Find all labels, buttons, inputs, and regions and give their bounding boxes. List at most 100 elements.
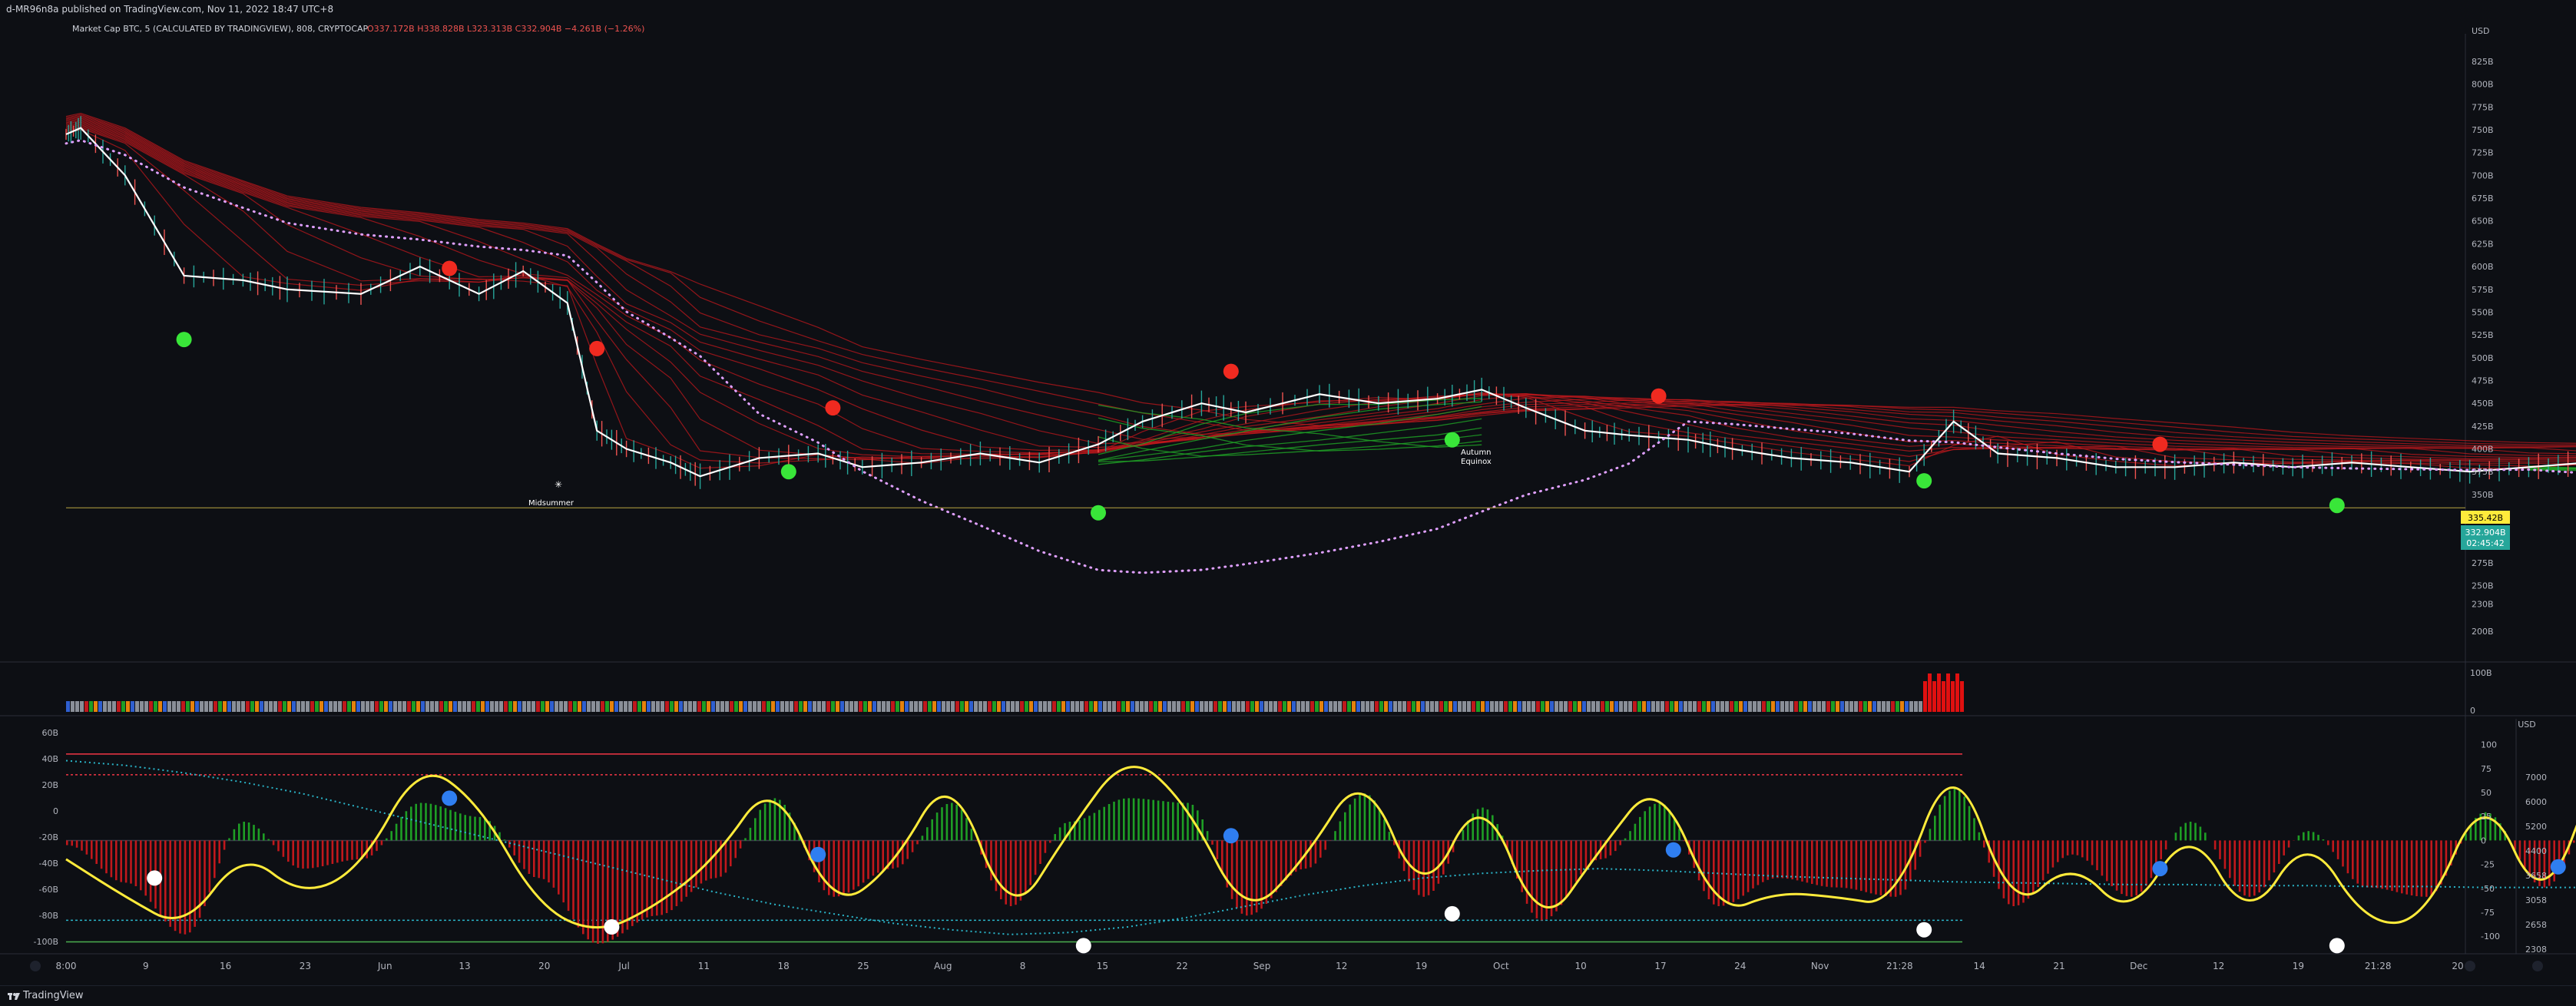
price-tick: 700B — [2472, 170, 2494, 180]
osc-right-tick: 2658 — [2525, 920, 2547, 930]
volume-bar — [877, 701, 881, 712]
volume-bar — [932, 701, 936, 712]
volume-bar — [338, 701, 342, 712]
volume-bar — [771, 701, 775, 712]
volume-bar — [310, 701, 314, 712]
volume-bar — [790, 701, 793, 712]
hist-bar — [1846, 840, 1848, 888]
volume-bar — [988, 701, 992, 712]
volume-bar — [375, 701, 379, 712]
volume-bar — [550, 701, 554, 712]
hist-bar — [1678, 829, 1680, 840]
hist-bar — [1733, 840, 1735, 902]
volume-bar — [762, 701, 766, 712]
time-label: 18 — [778, 961, 790, 971]
hist-bar — [263, 833, 265, 840]
volume-bar — [1794, 701, 1798, 712]
timezone-button[interactable] — [30, 961, 41, 971]
volume-bar — [214, 701, 217, 712]
volume-bar — [1582, 701, 1586, 712]
volume-bar — [1287, 701, 1291, 712]
settings-button[interactable] — [2532, 961, 2543, 971]
volume-bar — [158, 701, 162, 712]
hist-bar — [2180, 827, 2182, 841]
hist-bar — [2003, 840, 2005, 898]
volume-bar — [578, 701, 581, 712]
volume-bar — [181, 701, 185, 712]
volume-bar — [1651, 701, 1655, 712]
volume-bar — [1601, 701, 1604, 712]
time-label: 24 — [1734, 961, 1746, 971]
hist-bar — [2362, 840, 2364, 886]
hist-bar — [214, 840, 216, 878]
time-label: 21:28 — [2365, 961, 2392, 971]
hist-bar — [1619, 840, 1621, 845]
volume-bar — [117, 701, 121, 712]
hist-bar — [548, 840, 550, 882]
hist-bar — [144, 840, 147, 895]
hist-bar — [995, 840, 998, 891]
volume-bar — [997, 701, 1001, 712]
volume-bar — [389, 701, 392, 712]
trend-dot-green — [1091, 505, 1106, 521]
volume-bar — [1790, 701, 1793, 712]
volume-bar — [1766, 701, 1770, 712]
volume-bar — [154, 701, 157, 712]
volume-bar — [1564, 701, 1568, 712]
volume-bar — [1347, 701, 1351, 712]
hist-bar — [1250, 840, 1253, 915]
volume-bar — [1407, 701, 1411, 712]
goto-button[interactable] — [2465, 961, 2475, 971]
volume-bar — [273, 701, 277, 712]
time-label: 11 — [698, 961, 710, 971]
chart-canvas[interactable]: Market Cap BTC, 5 (CALCULATED BY TRADING… — [0, 18, 2576, 984]
volume-bar — [1550, 701, 1554, 712]
osc-marker-white — [604, 919, 619, 935]
hist-bar — [1983, 840, 1985, 847]
time-axis[interactable]: 8:0091623Jun1320Jul111825Aug81522Sep1219… — [56, 961, 2464, 971]
volume-bar — [315, 701, 319, 712]
hist-bar — [1747, 840, 1750, 892]
hist-bar — [922, 836, 924, 840]
volume-bar — [241, 701, 245, 712]
hist-bar — [1826, 840, 1828, 886]
volume-bar — [1891, 701, 1895, 712]
price-pane[interactable] — [0, 18, 2576, 660]
volume-bar — [1859, 701, 1862, 712]
osc-marker-white — [1445, 906, 1460, 922]
hist-bar — [484, 818, 486, 840]
volume-bar — [555, 701, 558, 712]
volume-bar — [656, 701, 660, 712]
volume-bar — [453, 701, 457, 712]
volume-bar — [1545, 701, 1549, 712]
osc-marker-blue — [1223, 828, 1239, 843]
hist-bar — [1270, 840, 1273, 898]
volume-bar — [808, 701, 812, 712]
volume-bar — [1218, 701, 1222, 712]
hist-bar — [1870, 840, 1872, 893]
hist-bar — [2239, 840, 2241, 892]
hist-bar — [1246, 840, 1248, 915]
volume-bar — [1167, 701, 1171, 712]
time-label: Dec — [2130, 961, 2147, 971]
volume-bar — [1900, 701, 1904, 712]
hist-bar — [2372, 840, 2374, 887]
hist-bar — [1025, 840, 1027, 894]
volume-bar — [1734, 701, 1738, 712]
hist-bar — [975, 840, 978, 841]
volume-bar — [896, 701, 899, 712]
hist-bar — [1654, 804, 1656, 841]
volume-bar — [1172, 701, 1176, 712]
price-tick: 425B — [2472, 422, 2494, 432]
volume-bar — [508, 701, 512, 712]
hist-bar — [1408, 840, 1410, 882]
volume-bar — [1656, 701, 1660, 712]
volume-bar — [1730, 701, 1733, 712]
volume-bar — [1269, 701, 1273, 712]
volume-bar — [1531, 701, 1535, 712]
volume-bar — [1504, 701, 1508, 712]
hist-bar — [2214, 840, 2217, 849]
time-label: 16 — [220, 961, 231, 971]
hist-bar — [2111, 840, 2113, 886]
volume-bar — [1052, 701, 1056, 712]
